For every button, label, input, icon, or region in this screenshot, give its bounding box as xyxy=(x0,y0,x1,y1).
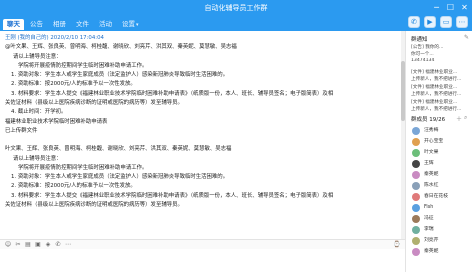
phone-icon[interactable]: ✆ xyxy=(408,16,420,28)
member-name: 春日在花枝 xyxy=(424,194,448,199)
group-sidebar: 群通知 ✎ [公告] 我你的... 你可一个... 13474134 [文件] … xyxy=(405,31,472,272)
member-item[interactable]: Fish xyxy=(412,203,472,213)
message-line: @叶文果、王辉、张良英、曾明海、柯桂馥、谢晓欣、刘亮芹、洪其双、秦英妮、莫慧敏、… xyxy=(5,44,237,51)
avatar xyxy=(412,138,420,146)
member-item[interactable]: 陈水红 xyxy=(412,181,472,191)
tab-announcement[interactable]: 公告 xyxy=(26,19,47,30)
title-bar: 自动化辅导员工作群 ─ ☐ ✕ xyxy=(0,0,472,17)
scissors-icon[interactable]: ✂ xyxy=(14,241,22,249)
video-icon[interactable]: ▶ xyxy=(424,16,436,28)
member-name: 李瑞 xyxy=(424,227,434,232)
window-title: 自动化辅导员工作群 xyxy=(204,4,268,12)
member-item[interactable]: 秦英妮 xyxy=(412,247,472,257)
message-line: 学院将开展疫情防控期间学生临时困难补助申请工作。 xyxy=(18,62,148,69)
tab-files[interactable]: 文件 xyxy=(72,19,93,30)
notice-line[interactable]: [文件] 福建林业职业... xyxy=(411,84,471,90)
edit-icon[interactable]: ✎ xyxy=(464,34,469,41)
member-item[interactable]: 秦英妮 xyxy=(412,170,472,180)
member-name: 秦英妮 xyxy=(424,249,439,254)
history-icon[interactable]: ⌚ xyxy=(393,241,401,249)
avatar xyxy=(412,193,420,201)
notice-line[interactable]: [文件] 福建林业职业... xyxy=(411,69,471,75)
add-member-icon[interactable]: ＋ xyxy=(456,114,462,123)
message-line: 3. 材料要求：学生本人提交《福建林业职业技术学院临时困难补助申请表》（纸质版一… xyxy=(11,90,334,97)
member-name: 叶文果 xyxy=(424,150,439,155)
notice-title: 群通知 xyxy=(411,37,428,43)
message-line: 关佐证材料（县级以上医院疾病诊断的证明或医院的病历等）发至辅导员。 xyxy=(5,100,183,107)
message-line: 叶文果、王辉、张良英、曾明海、柯桂馥、谢晓欣、刘亮芹、洪其双、秦英妮、莫慧敏、吴… xyxy=(5,146,232,153)
message-line: 福建林业职业技术学院临时困难补助申请表 xyxy=(5,118,108,125)
member-name: 陈水红 xyxy=(424,183,439,188)
member-item[interactable]: 叶文果 xyxy=(412,148,472,158)
chat-message-area[interactable]: 王刚 (我的自己的) 2020/2/10 17:04:04 @叶文果、王辉、张良… xyxy=(0,31,401,239)
message-line: 4. 截止时间：开学初。 xyxy=(11,109,67,116)
notice-line: 上传新人，我不把进行... xyxy=(411,92,462,97)
notice-line[interactable]: [公告] 我你的... xyxy=(411,44,471,50)
member-name: 王辉 xyxy=(424,161,434,166)
member-item[interactable]: 汪秀梅 xyxy=(412,126,472,136)
tab-activity[interactable]: 活动 xyxy=(95,19,116,30)
screen-share-icon[interactable]: ▭ xyxy=(440,16,452,28)
notice-line: 上传新人，我不把进行... xyxy=(411,107,462,112)
gift-icon[interactable]: ◈ xyxy=(44,241,52,249)
member-item[interactable]: 开心宝宝 xyxy=(412,137,472,147)
minimize-button[interactable]: ─ xyxy=(431,2,442,13)
message-line: 2. 资助标准：按2000元/人的标准予以一次性发放。 xyxy=(11,81,136,88)
message-line: 2. 资助标准：按2000元/人的标准予以一次性发放。 xyxy=(11,183,136,190)
message-line: 1. 资助对象：学生本人或学生家庭成员（法定监护人）感染新冠肺炎导致临时生活困难… xyxy=(11,72,229,79)
message-line: 请以上辅导员注意： xyxy=(13,155,62,162)
tab-chat[interactable]: 聊天 xyxy=(3,19,24,30)
member-name: 冯征 xyxy=(424,216,434,221)
member-name: 秦英妮 xyxy=(424,172,439,177)
member-name: Fish xyxy=(424,205,434,210)
more-icon[interactable]: ⋯ xyxy=(64,241,72,249)
message-line: 请以上辅导员注意： xyxy=(13,53,62,60)
avatar xyxy=(412,171,420,179)
avatar xyxy=(412,248,420,256)
search-icon[interactable]: ⌕ xyxy=(464,114,467,122)
avatar xyxy=(412,149,420,157)
avatar xyxy=(412,160,420,168)
tab-bar: 聊天 公告 相册 文件 活动 设置▾ xyxy=(0,17,472,31)
message-line: 1. 资助对象：学生本人或学生家庭成员（法定监护人）感染新冠肺炎导致临时生活困难… xyxy=(11,174,229,181)
message-gap xyxy=(5,136,397,145)
message-header: 王刚 (我的自己的) 2020/2/10 17:04:04 xyxy=(5,35,104,41)
input-toolbar: ☺ ✂ ▤ ▣ ◈ ✆ ⋯ ⌚ xyxy=(0,239,405,249)
chevron-down-icon: ▾ xyxy=(136,22,139,28)
message-line: 已上传群文件 xyxy=(5,127,38,134)
member-item[interactable]: 刘亮芹 xyxy=(412,236,472,246)
message-line: 学院将开展疫情防控期间学生临时困难补助申请工作。 xyxy=(18,164,148,171)
avatar xyxy=(412,182,420,190)
image-icon[interactable]: ▣ xyxy=(34,241,42,249)
folder-icon[interactable]: ▤ xyxy=(24,241,32,249)
member-item[interactable]: 李瑞 xyxy=(412,225,472,235)
notice-line: 上传新人，我不把进行... xyxy=(411,77,462,82)
member-name: 刘亮芹 xyxy=(424,238,439,243)
member-item[interactable]: 春日在花枝 xyxy=(412,192,472,202)
members-title: 群成员 19/26 xyxy=(411,117,446,123)
avatar xyxy=(412,237,420,245)
more-icon[interactable]: ⋯ xyxy=(456,16,468,28)
maximize-button[interactable]: ☐ xyxy=(445,2,456,13)
member-item[interactable]: 冯征 xyxy=(412,214,472,224)
tab-album[interactable]: 相册 xyxy=(49,19,70,30)
close-button[interactable]: ✕ xyxy=(459,2,470,13)
avatar xyxy=(412,204,420,212)
notice-line: 13474134 xyxy=(411,58,435,63)
avatar xyxy=(412,215,420,223)
emoji-icon[interactable]: ☺ xyxy=(4,241,12,249)
notice-line: 你可一个... xyxy=(411,52,434,57)
message-input[interactable] xyxy=(0,249,405,272)
member-name: 汪秀梅 xyxy=(424,128,439,133)
avatar xyxy=(412,127,420,135)
tab-settings[interactable]: 设置▾ xyxy=(118,19,143,30)
member-item[interactable]: 王辉 xyxy=(412,159,472,169)
avatar xyxy=(412,226,420,234)
member-name: 开心宝宝 xyxy=(424,139,444,144)
phone-icon[interactable]: ✆ xyxy=(54,241,62,249)
message-line: 关佐证材料（县级以上医院疾病诊断的证明或医院的病历等）发至辅导员。 xyxy=(5,202,183,209)
notice-line[interactable]: [文件] 福建林业职业... xyxy=(411,99,471,105)
message-line: 3. 材料要求：学生本人提交《福建林业职业技术学院临时困难补助申请表》（纸质版一… xyxy=(11,192,334,199)
